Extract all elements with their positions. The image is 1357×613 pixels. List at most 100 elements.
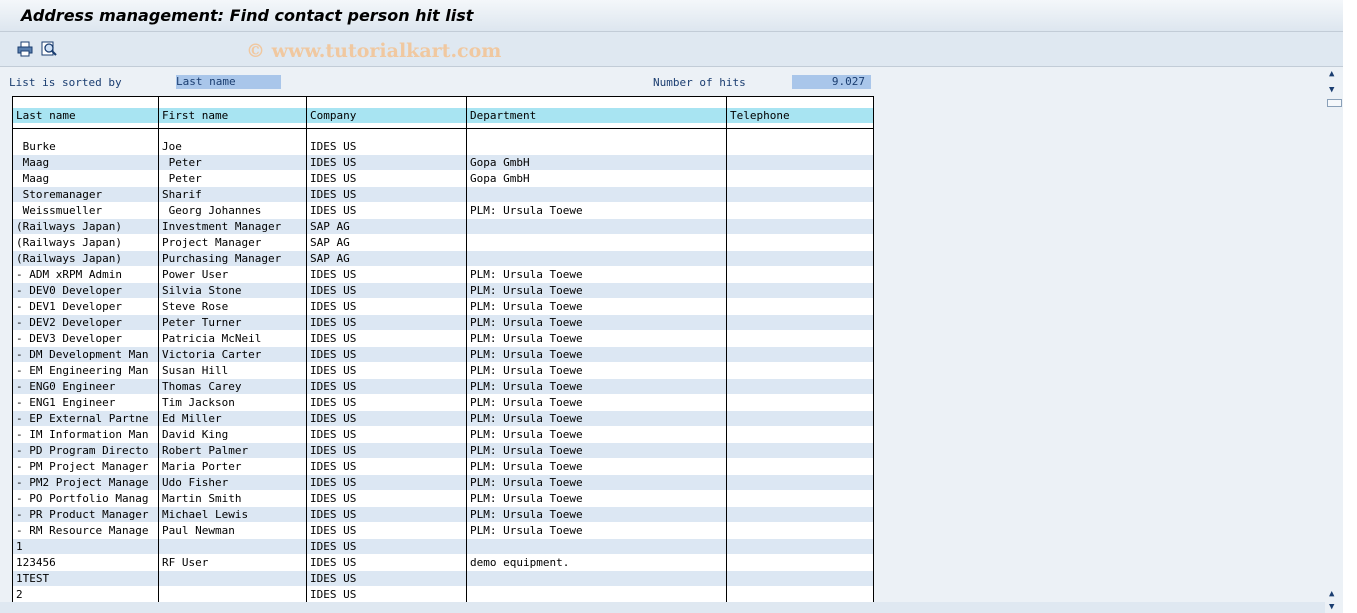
cell-first-name: Georg Johannes [162, 204, 262, 217]
cell-department [467, 187, 726, 202]
cell-last-name: - IM Information Man [16, 428, 149, 441]
hits-label: Number of hits [653, 76, 746, 89]
scroll-up-icon[interactable]: ▲ [1329, 69, 1334, 79]
table-row[interactable]: - PR Product Manager Michael Lewis IDES US… [13, 507, 873, 523]
cell-telephone [727, 571, 873, 586]
cell-company: IDES US [310, 428, 357, 441]
column-header-department[interactable]: Department [467, 108, 726, 123]
table-row[interactable]: 1 IDES US [13, 539, 873, 555]
table-row[interactable]: (Railways Japan) Investment Manager SAP AG [13, 219, 873, 235]
table-row[interactable]: - ENG0 Engineer Thomas Carey IDES US PLM: U… [13, 379, 873, 395]
table-row[interactable]: - PM2 Project Manage Udo Fisher IDES US PLM… [13, 475, 873, 491]
cell-company: IDES US [310, 492, 357, 505]
cell-company: IDES US [307, 507, 466, 522]
cell-telephone [727, 587, 873, 602]
table-row[interactable]: - DEV2 Developer Peter Turner IDES US PLM: … [13, 315, 873, 331]
scroll-down-bottom-icon[interactable]: ▼ [1329, 602, 1334, 612]
table-row[interactable]: 123456 RF User IDES US demo equipment. [13, 555, 873, 571]
table-row[interactable]: Weissmueller Georg Johannes IDES US PLM: U… [13, 203, 873, 219]
cell-last-name: - EM Engineering Man [16, 364, 149, 377]
cell-department: Gopa GmbH [470, 172, 530, 185]
header-separator [13, 128, 873, 129]
table-row[interactable]: (Railways Japan) Purchasing Manager SAP AG [13, 251, 873, 267]
scroll-down-icon[interactable]: ▼ [1329, 85, 1334, 95]
find-icon[interactable] [40, 40, 58, 58]
watermark: © www.tutorialkart.com [246, 40, 502, 62]
cell-telephone [727, 555, 873, 570]
table-row[interactable]: Storemanager Sharif IDES US [13, 187, 873, 203]
table-row[interactable]: 1TEST IDES US [13, 571, 873, 587]
table-row[interactable]: - ENG1 Engineer Tim Jackson IDES US PLM: Ur… [13, 395, 873, 411]
cell-department: PLM: Ursula Toewe [467, 283, 726, 298]
cell-department: PLM: Ursula Toewe [470, 460, 583, 473]
table-row[interactable]: Burke Joe IDES US [13, 139, 873, 155]
printer-icon[interactable] [16, 40, 34, 58]
cell-first-name: Susan Hill [162, 364, 229, 377]
cell-telephone [727, 491, 873, 506]
cell-department [467, 251, 726, 266]
table-row[interactable]: - PM Project Manager Maria Porter IDES US P… [13, 459, 873, 475]
scroll-thumb[interactable] [1327, 99, 1342, 107]
cell-first-name: Steve Rose [162, 300, 229, 313]
cell-telephone [727, 155, 873, 170]
column-header-last-name[interactable]: Last name [13, 108, 158, 123]
cell-telephone [727, 411, 873, 426]
cell-last-name: - ENG0 Engineer [13, 379, 158, 394]
table-row[interactable]: Maag Peter IDES US Gopa GmbH [13, 171, 873, 187]
bottom-bar [0, 602, 1325, 613]
cell-telephone [727, 315, 873, 330]
cell-department: PLM: Ursula Toewe [470, 396, 583, 409]
cell-first-name: Purchasing Manager [159, 251, 306, 266]
table-row[interactable]: - PD Program Directo Robert Palmer IDES US… [13, 443, 873, 459]
table-row[interactable]: - RM Resource Manage Paul Newman IDES US PL… [13, 523, 873, 539]
hit-list-table: Last name First name Company Department Tele… [12, 96, 874, 602]
table-row[interactable]: - PO Portfolio Manag Martin Smith IDES US P… [13, 491, 873, 507]
table-row[interactable]: - EP External Partne Ed Miller IDES US PLM:… [13, 411, 873, 427]
column-header-first-name[interactable]: First name [159, 108, 306, 123]
cell-last-name: - EP External Partne [13, 411, 158, 426]
cell-first-name [159, 571, 306, 586]
cell-company: IDES US [310, 364, 357, 377]
cell-last-name: 2 [16, 588, 23, 601]
table-row[interactable]: - DM Development Man Victoria Carter IDES … [13, 347, 873, 363]
window-edge [1343, 0, 1357, 613]
table-row[interactable]: - EM Engineering Man Susan Hill IDES US PLM… [13, 363, 873, 379]
cell-telephone [727, 475, 873, 490]
cell-company: SAP AG [307, 251, 466, 266]
table-row[interactable]: 2 IDES US [13, 587, 873, 602]
cell-first-name: Martin Smith [162, 492, 242, 505]
cell-company: IDES US [307, 571, 466, 586]
table-row[interactable]: Maag Peter IDES US Gopa GmbH [13, 155, 873, 171]
table-row[interactable]: - DEV3 Developer Patricia McNeil IDES US PL… [13, 331, 873, 347]
table-row[interactable]: - IM Information Man David King IDES US PLM… [13, 427, 873, 443]
cell-last-name: - RM Resource Manage [16, 524, 149, 537]
cell-department: PLM: Ursula Toewe [467, 379, 726, 394]
cell-department [467, 539, 726, 554]
cell-department: PLM: Ursula Toewe [470, 364, 583, 377]
cell-last-name: - DM Development Man [13, 347, 158, 362]
cell-last-name: - DEV1 Developer [16, 300, 122, 313]
cell-telephone [727, 171, 873, 186]
cell-department: PLM: Ursula Toewe [470, 300, 583, 313]
cell-department: PLM: Ursula Toewe [470, 428, 583, 441]
list-output-area: List is sorted by Last name Number of hi… [0, 67, 1325, 602]
table-row[interactable]: (Railways Japan) Project Manager SAP AG [13, 235, 873, 251]
cell-first-name: Michael Lewis [159, 507, 306, 522]
page-title: Address management: Find contact person … [21, 6, 474, 25]
table-row[interactable]: - DEV0 Developer Silvia Stone IDES US PLM: … [13, 283, 873, 299]
cell-last-name: - DEV0 Developer [13, 283, 158, 298]
cell-company: IDES US [310, 524, 357, 537]
vertical-scrollbar[interactable]: ▲ ▼ ▲ ▼ [1325, 67, 1343, 613]
column-header-telephone[interactable]: Telephone [727, 108, 873, 123]
table-row[interactable]: - DEV1 Developer Steve Rose IDES US PLM: Ur… [13, 299, 873, 315]
cell-first-name: RF User [162, 556, 209, 569]
cell-department: PLM: Ursula Toewe [467, 315, 726, 330]
sort-label: List is sorted by [9, 76, 122, 89]
cell-last-name: Maag [13, 155, 158, 170]
column-header-company[interactable]: Company [307, 108, 466, 123]
table-row[interactable]: - ADM xRPM Admin Power User IDES US PLM: Ur… [13, 267, 873, 283]
scroll-up-bottom-icon[interactable]: ▲ [1329, 589, 1334, 599]
cell-first-name: Thomas Carey [159, 379, 306, 394]
cell-telephone [727, 507, 873, 522]
cell-telephone [727, 219, 873, 234]
